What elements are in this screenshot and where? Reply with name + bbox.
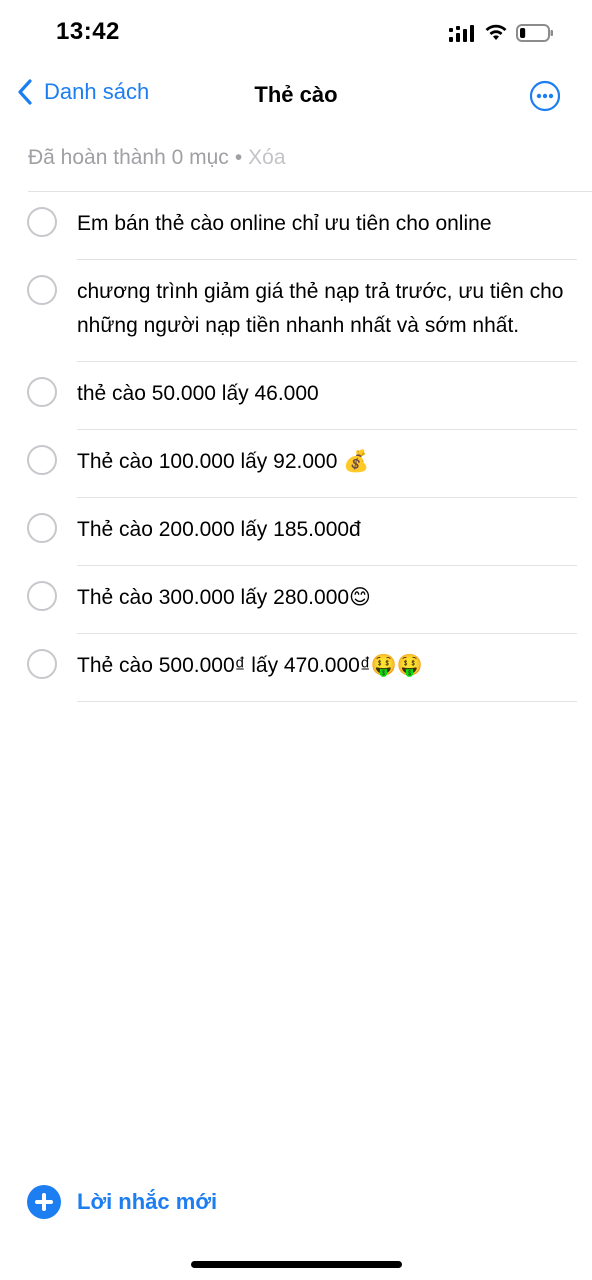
battery-icon	[516, 24, 553, 42]
reminder-list: Em bán thẻ cào online chỉ ưu tiên cho on…	[0, 192, 592, 702]
reminder-item: Thẻ cào 500.000₫ lấy 470.000₫🤑🤑	[0, 634, 592, 702]
status-time: 13:42	[56, 18, 120, 45]
new-reminder-button[interactable]: Lời nhắc mới	[27, 1185, 217, 1219]
wifi-icon	[485, 24, 507, 40]
cellular-signal-icon	[449, 25, 474, 42]
completion-circle[interactable]	[27, 513, 57, 543]
reminder-item: Thẻ cào 200.000 lấy 185.000đ	[0, 498, 592, 566]
navigation-bar: Danh sách Thẻ cào	[0, 72, 592, 120]
page-title: Thẻ cào	[254, 82, 338, 107]
reminder-text[interactable]: Thẻ cào 100.000 lấy 92.000 💰	[77, 430, 577, 498]
reminder-text[interactable]: Thẻ cào 200.000 lấy 185.000đ	[77, 498, 577, 566]
reminder-item: thẻ cào 50.000 lấy 46.000	[0, 362, 592, 430]
reminder-item: chương trình giảm giá thẻ nạp trả trước,…	[0, 260, 592, 362]
more-options-icon[interactable]	[529, 80, 561, 112]
reminder-text[interactable]: thẻ cào 50.000 lấy 46.000	[77, 362, 577, 430]
completion-circle[interactable]	[27, 377, 57, 407]
completion-circle[interactable]	[27, 581, 57, 611]
reminder-text[interactable]: Thẻ cào 300.000 lấy 280.000😊	[77, 566, 577, 634]
reminder-item: Thẻ cào 100.000 lấy 92.000 💰	[0, 430, 592, 498]
completion-circle[interactable]	[27, 649, 57, 679]
separator-dot: •	[234, 146, 243, 169]
reminder-text[interactable]: Em bán thẻ cào online chỉ ưu tiên cho on…	[77, 192, 577, 260]
reminder-item: Em bán thẻ cào online chỉ ưu tiên cho on…	[0, 192, 592, 260]
reminder-text[interactable]: Thẻ cào 500.000₫ lấy 470.000₫🤑🤑	[77, 634, 577, 702]
completion-circle[interactable]	[27, 275, 57, 305]
completed-summary: Đã hoàn thành 0 mục • Xóa	[28, 146, 286, 170]
home-indicator	[191, 1261, 402, 1268]
completion-circle[interactable]	[27, 207, 57, 237]
completion-circle[interactable]	[27, 445, 57, 475]
reminder-item: Thẻ cào 300.000 lấy 280.000😊	[0, 566, 592, 634]
clear-completed-button[interactable]: Xóa	[248, 146, 285, 169]
completed-count-text: Đã hoàn thành 0 mục	[28, 146, 229, 169]
plus-circle-icon	[27, 1185, 61, 1219]
reminder-text[interactable]: chương trình giảm giá thẻ nạp trả trước,…	[77, 260, 577, 362]
new-reminder-label: Lời nhắc mới	[77, 1189, 218, 1214]
status-bar: 13:42	[0, 0, 592, 68]
